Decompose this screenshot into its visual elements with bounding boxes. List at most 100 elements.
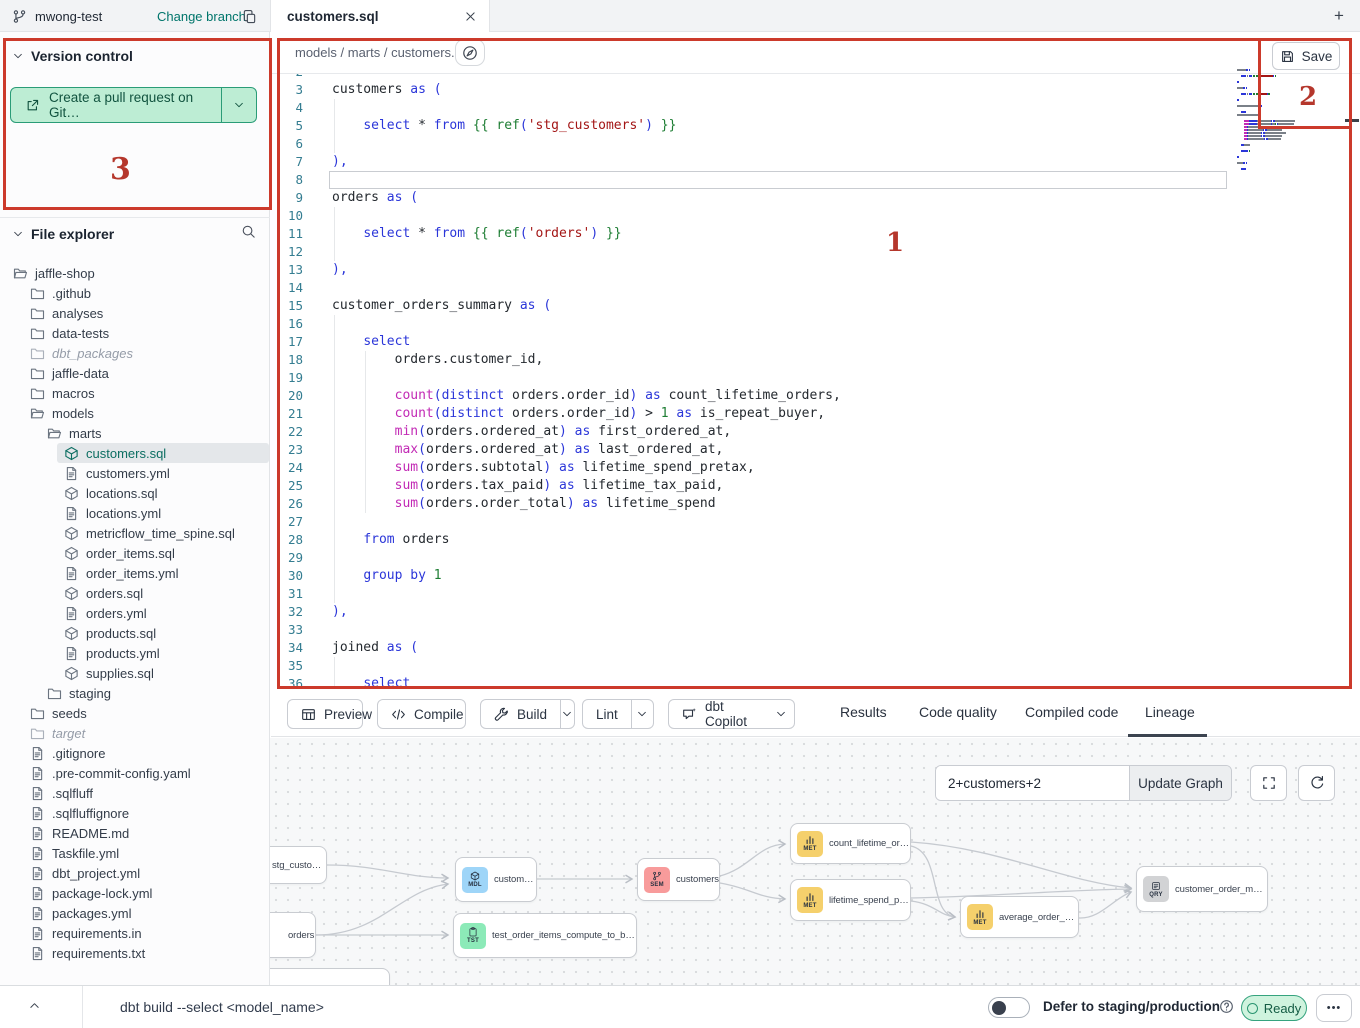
file-row-.sqlfluff[interactable]: .sqlfluff	[0, 783, 269, 803]
code-line-17[interactable]: 17 select	[271, 333, 1360, 351]
code-line-5[interactable]: 5 select * from {{ ref('stg_customers') …	[271, 117, 1360, 135]
tab-results[interactable]: Results	[840, 704, 887, 720]
help-icon[interactable]	[1219, 999, 1234, 1014]
code-line-16[interactable]: 16	[271, 315, 1360, 333]
chevron-up-icon[interactable]	[28, 999, 41, 1012]
code-line-11[interactable]: 11 select * from {{ ref('orders') }}	[271, 225, 1360, 243]
more-options-button[interactable]: •••	[1316, 994, 1352, 1022]
file-row-requirements.txt[interactable]: requirements.txt	[0, 943, 269, 963]
lineage-node-test_order_items_compute_to_bools…[interactable]: TSTtest_order_items_compute_to_bools…	[453, 913, 637, 958]
code-line-12[interactable]: 12	[271, 243, 1360, 261]
code-line-24[interactable]: 24 sum(orders.subtotal) as lifetime_spen…	[271, 459, 1360, 477]
code-line-36[interactable]: 36 select	[271, 675, 1360, 688]
code-editor[interactable]: 23customers as (45 select * from {{ ref(…	[271, 74, 1360, 688]
code-line-4[interactable]: 4	[271, 99, 1360, 117]
tab-compiled-code[interactable]: Compiled code	[1025, 704, 1118, 720]
file-row-metricflow_time_spine.sql[interactable]: metricflow_time_spine.sql	[0, 523, 269, 543]
lineage-node-partial[interactable]	[270, 968, 390, 985]
file-row-target[interactable]: target	[0, 723, 269, 743]
code-line-3[interactable]: 3customers as (	[271, 81, 1360, 99]
file-row-macros[interactable]: macros	[0, 383, 269, 403]
change-branch-link[interactable]: Change branch	[157, 9, 246, 24]
lineage-node-lifetime_spend_pretax[interactable]: METlifetime_spend_pretax	[790, 879, 911, 921]
file-row-order_items.yml[interactable]: order_items.yml	[0, 563, 269, 583]
lineage-selector-input[interactable]	[936, 766, 1129, 800]
code-line-2[interactable]: 2	[271, 74, 1360, 81]
file-row-dbt_project.yml[interactable]: dbt_project.yml	[0, 863, 269, 883]
fullscreen-button[interactable]	[1250, 765, 1287, 801]
file-row-packages.yml[interactable]: packages.yml	[0, 903, 269, 923]
file-row-requirements.in[interactable]: requirements.in	[0, 923, 269, 943]
file-row-products.sql[interactable]: products.sql	[0, 623, 269, 643]
file-row-customers.yml[interactable]: customers.yml	[0, 463, 269, 483]
create-pr-main[interactable]: Create a pull request on Git…	[11, 88, 221, 122]
update-graph-button[interactable]: Update Graph	[1129, 766, 1231, 800]
code-line-14[interactable]: 14	[271, 279, 1360, 297]
code-line-15[interactable]: 15customer_orders_summary as (	[271, 297, 1360, 315]
tab-lineage[interactable]: Lineage	[1145, 704, 1195, 720]
create-pr-caret[interactable]	[221, 88, 256, 122]
dbt-copilot-button[interactable]: dbt Copilot	[668, 699, 795, 729]
code-line-10[interactable]: 10	[271, 207, 1360, 225]
version-control-header[interactable]: Version control	[12, 48, 133, 64]
file-row-staging[interactable]: staging	[0, 683, 269, 703]
code-line-9[interactable]: 9orders as (	[271, 189, 1360, 207]
code-line-29[interactable]: 29	[271, 549, 1360, 567]
file-row-orders.sql[interactable]: orders.sql	[0, 583, 269, 603]
dropdown-caret[interactable]	[560, 700, 574, 728]
file-row-customers.sql[interactable]: customers.sql	[0, 443, 269, 463]
copy-icon[interactable]	[242, 9, 257, 24]
defer-toggle[interactable]	[988, 997, 1030, 1018]
lineage-panel[interactable]: stg_customersordersMDLcustomersTSTtest_o…	[270, 738, 1360, 985]
file-row-README.md[interactable]: README.md	[0, 823, 269, 843]
preview-button[interactable]: Preview	[287, 699, 363, 729]
compile-button[interactable]: Compile	[377, 699, 466, 729]
file-row-.github[interactable]: .github	[0, 283, 269, 303]
file-row-jaffle-data[interactable]: jaffle-data	[0, 363, 269, 383]
editor-tab-customers-sql[interactable]: customers.sql	[270, 0, 490, 32]
code-line-20[interactable]: 20 count(distinct orders.order_id) as co…	[271, 387, 1360, 405]
file-row-supplies.sql[interactable]: supplies.sql	[0, 663, 269, 683]
lineage-node-customers[interactable]: MDLcustomers	[455, 857, 537, 902]
file-explorer-header[interactable]: File explorer	[12, 226, 258, 242]
code-line-8[interactable]: 8	[271, 171, 1360, 189]
close-tab-icon[interactable]	[464, 10, 477, 23]
file-row-order_items.sql[interactable]: order_items.sql	[0, 543, 269, 563]
code-line-22[interactable]: 22 min(orders.ordered_at) as first_order…	[271, 423, 1360, 441]
lineage-node-orders[interactable]: orders	[270, 912, 316, 958]
search-icon[interactable]	[241, 224, 256, 239]
code-line-31[interactable]: 31	[271, 585, 1360, 603]
code-line-26[interactable]: 26 sum(orders.order_total) as lifetime_s…	[271, 495, 1360, 513]
refresh-button[interactable]	[1298, 765, 1335, 801]
code-line-27[interactable]: 27	[271, 513, 1360, 531]
file-row-.sqlfluffignore[interactable]: .sqlfluffignore	[0, 803, 269, 823]
file-row-.pre-commit-config.yaml[interactable]: .pre-commit-config.yaml	[0, 763, 269, 783]
minimap[interactable]	[1237, 66, 1315, 171]
tab-code-quality[interactable]: Code quality	[919, 704, 997, 720]
code-line-34[interactable]: 34joined as (	[271, 639, 1360, 657]
file-row-analyses[interactable]: analyses	[0, 303, 269, 323]
file-row-package-lock.yml[interactable]: package-lock.yml	[0, 883, 269, 903]
file-row-.gitignore[interactable]: .gitignore	[0, 743, 269, 763]
lineage-node-customer_order_metrics[interactable]: QRYcustomer_order_metrics	[1136, 866, 1268, 912]
code-line-25[interactable]: 25 sum(orders.tax_paid) as lifetime_tax_…	[271, 477, 1360, 495]
file-row-marts[interactable]: marts	[0, 423, 269, 443]
build-button[interactable]: Build	[480, 699, 575, 729]
code-line-33[interactable]: 33	[271, 621, 1360, 639]
file-row-dbt_packages[interactable]: dbt_packages	[0, 343, 269, 363]
command-input[interactable]: dbt build --select <model_name>	[120, 999, 324, 1015]
lineage-node-count_lifetime_orders[interactable]: METcount_lifetime_orders	[790, 823, 911, 864]
docs-compass-button[interactable]	[455, 39, 485, 66]
file-row-data-tests[interactable]: data-tests	[0, 323, 269, 343]
code-line-35[interactable]: 35	[271, 657, 1360, 675]
file-row-locations.sql[interactable]: locations.sql	[0, 483, 269, 503]
file-row-orders.yml[interactable]: orders.yml	[0, 603, 269, 623]
lineage-node-customers[interactable]: SEMcustomers	[637, 858, 720, 901]
code-line-6[interactable]: 6	[271, 135, 1360, 153]
code-line-21[interactable]: 21 count(distinct orders.order_id) > 1 a…	[271, 405, 1360, 423]
file-row-jaffle-shop[interactable]: jaffle-shop	[0, 263, 269, 283]
dropdown-caret[interactable]	[768, 700, 795, 728]
code-line-32[interactable]: 32),	[271, 603, 1360, 621]
file-row-models[interactable]: models	[0, 403, 269, 423]
code-line-23[interactable]: 23 max(orders.ordered_at) as last_ordere…	[271, 441, 1360, 459]
